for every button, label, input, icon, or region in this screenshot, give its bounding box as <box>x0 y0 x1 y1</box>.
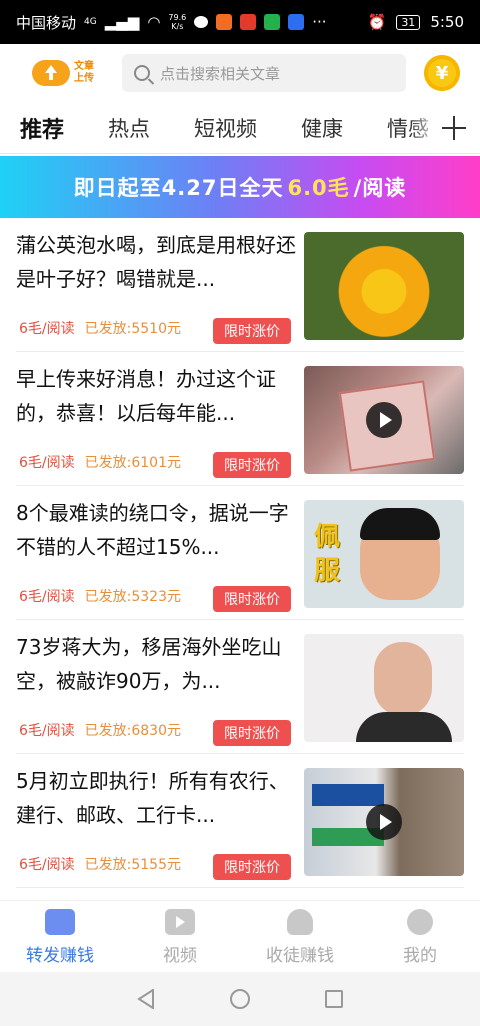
nav-label: 转发赚钱 <box>26 946 94 966</box>
price-up-badge: 限时涨价 <box>213 318 291 344</box>
signal-bars-icon: ▂▄▆ <box>104 13 140 31</box>
banner-prefix: 即日起至4.27日全天 <box>73 176 284 200</box>
suit-image <box>356 712 452 742</box>
article-issued: 已发放:6101元 <box>84 455 181 471</box>
more-icon: ··· <box>312 13 327 31</box>
article-price: 6毛/阅读 <box>19 455 75 471</box>
video-app-icon <box>216 14 233 30</box>
play-icon <box>366 402 402 438</box>
search-placeholder: 点击搜索相关文章 <box>160 64 281 83</box>
profile-icon <box>407 909 433 935</box>
banner-suffix: /阅读 <box>353 176 407 200</box>
back-icon[interactable] <box>137 989 155 1009</box>
network-speed-value: 79.6 <box>168 13 187 22</box>
nav-recruit-earn[interactable]: 收徒赚钱 <box>240 901 360 972</box>
article-thumbnail <box>304 366 464 474</box>
list-item[interactable]: 73岁蒋大为，移居海外坐吃山空，被敲诈90万，为... 6毛/阅读 已发放:68… <box>16 620 464 754</box>
blue-app-icon <box>288 14 305 30</box>
search-icon <box>134 65 150 81</box>
promo-banner[interactable]: 即日起至4.27日全天 6.0毛 /阅读 <box>0 156 480 218</box>
nav-label: 收徒赚钱 <box>266 946 334 966</box>
price-up-badge: 限时涨价 <box>213 854 291 880</box>
article-feed: 蒲公英泡水喝，到底是用根好还是叶子好？喝错就是... 6毛/阅读 已发放:551… <box>0 218 480 888</box>
banner-highlight: 6.0毛 <box>287 176 350 200</box>
nav-me[interactable]: 我的 <box>360 901 480 972</box>
tab-hot[interactable]: 热点 <box>108 113 150 143</box>
article-issued: 已发放:6830元 <box>84 723 181 739</box>
article-thumbnail <box>304 232 464 340</box>
article-thumbnail <box>304 768 464 876</box>
list-item[interactable]: 5月初立即执行！所有有农行、建行、邮政、工行卡... 6毛/阅读 已发放:515… <box>16 754 464 888</box>
list-item[interactable]: 8个最难读的绕口令，据说一字不错的人不超过15%... 6毛/阅读 已发放:53… <box>16 486 464 620</box>
article-price: 6毛/阅读 <box>19 321 75 337</box>
alarm-icon: ⏰ <box>367 13 387 31</box>
green-app-icon <box>264 14 281 30</box>
search-bar[interactable]: 点击搜索相关文章 <box>122 54 406 92</box>
article-title: 早上传来好消息！办过这个证的，恭喜！以后每年能... <box>16 367 276 425</box>
article-title: 73岁蒋大为，移居海外坐吃山空，被敲诈90万，为... <box>16 635 282 693</box>
nav-label: 视频 <box>163 946 197 966</box>
news-app-icon <box>240 14 257 30</box>
network-speed: 79.6 K/s <box>168 13 186 31</box>
signal-indicator: 4G <box>84 17 97 27</box>
list-item[interactable]: 蒲公英泡水喝，到底是用根好还是叶子好？喝错就是... 6毛/阅读 已发放:551… <box>16 218 464 352</box>
status-bar: 中国移动 4G ▂▄▆ ◠ 79.6 K/s ··· ⏰ 31 5:50 <box>0 0 480 44</box>
tab-health[interactable]: 健康 <box>301 113 343 143</box>
tab-short-video[interactable]: 短视频 <box>194 113 257 143</box>
article-issued: 已发放:5323元 <box>84 589 181 605</box>
system-nav-bar <box>0 972 480 1026</box>
video-icon <box>165 909 195 935</box>
category-tabs: 推荐 热点 短视频 健康 情感 <box>0 102 480 154</box>
article-price: 6毛/阅读 <box>19 723 75 739</box>
article-issued: 已发放:5510元 <box>84 321 181 337</box>
face-image <box>374 642 432 716</box>
list-item[interactable]: 早上传来好消息！办过这个证的，恭喜！以后每年能... 6毛/阅读 已发放:610… <box>16 352 464 486</box>
add-user-icon <box>287 909 313 935</box>
home-icon[interactable] <box>229 989 250 1009</box>
nav-label: 我的 <box>403 946 437 966</box>
article-thumbnail: 佩服 <box>304 500 464 608</box>
logo-text: 文章上传 <box>74 61 94 84</box>
upload-cloud-icon <box>32 60 70 86</box>
carrier-name: 中国移动 <box>16 13 77 32</box>
app-logo: 文章上传 <box>32 60 116 86</box>
coin-wallet-icon[interactable]: ¥ <box>424 55 460 91</box>
article-price: 6毛/阅读 <box>19 589 75 605</box>
price-up-badge: 限时涨价 <box>213 586 291 612</box>
add-tab-icon[interactable] <box>440 114 468 142</box>
bank-sign-image <box>312 784 384 806</box>
price-up-badge: 限时涨价 <box>213 720 291 746</box>
article-title: 5月初立即执行！所有有农行、建行、邮政、工行卡... <box>16 769 289 827</box>
article-price: 6毛/阅读 <box>19 857 75 873</box>
wifi-icon: ◠ <box>147 13 161 31</box>
bottom-nav: 转发赚钱 视频 收徒赚钱 我的 <box>0 900 480 972</box>
article-icon <box>45 909 75 935</box>
hair-image <box>360 508 440 540</box>
thumbnail-caption: 佩服 <box>314 522 341 586</box>
recent-apps-icon[interactable] <box>324 990 343 1008</box>
tab-fade <box>410 102 440 153</box>
wechat-icon <box>194 16 209 28</box>
article-title: 蒲公英泡水喝，到底是用根好还是叶子好？喝错就是... <box>16 233 296 291</box>
article-title: 8个最难读的绕口令，据说一字不错的人不超过15%... <box>16 501 289 559</box>
clock: 5:50 <box>430 13 464 31</box>
nav-video[interactable]: 视频 <box>120 901 240 972</box>
article-issued: 已发放:5155元 <box>84 857 181 873</box>
article-thumbnail <box>304 634 464 742</box>
network-speed-unit: K/s <box>171 22 184 31</box>
price-up-badge: 限时涨价 <box>213 452 291 478</box>
battery-indicator: 31 <box>396 14 421 30</box>
nav-share-earn[interactable]: 转发赚钱 <box>0 901 120 972</box>
tab-recommend[interactable]: 推荐 <box>20 112 64 144</box>
app-header: 文章上传 点击搜索相关文章 ¥ <box>0 44 480 102</box>
play-icon <box>366 804 402 840</box>
